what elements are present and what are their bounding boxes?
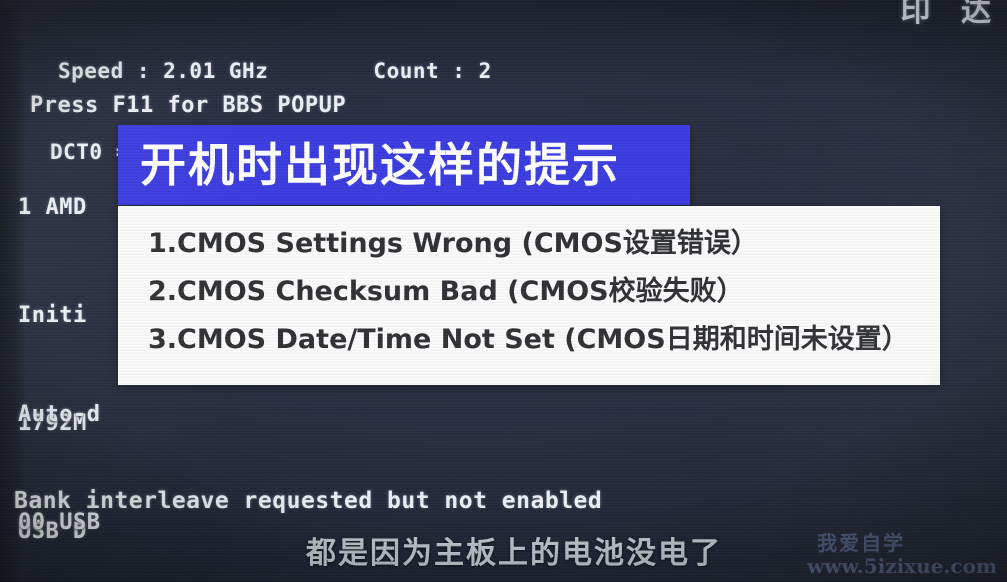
post-line: 1 AMD (18, 195, 87, 220)
watermark-site-name: 我爱自学 (817, 531, 906, 555)
info-card-line-2: 2.CMOS Checksum Bad (CMOS校验失败） (148, 276, 744, 307)
info-card-line-1: 1.CMOS Settings Wrong (CMOS设置错误） (148, 228, 758, 259)
corner-clipped-glyphs: 印 达 (900, 0, 1001, 29)
post-bank-interleave-line: Bank interleave requested but not enable… (14, 488, 603, 514)
post-speed-line: Speed : 2.01 GHz Count : 2 (58, 59, 492, 83)
overlay-title-text: 开机时出现这样的提示 (140, 138, 620, 192)
watermark-site-url: www.5izixue.com (807, 554, 997, 578)
overlay-title-banner: 开机时出现这样的提示 (118, 125, 690, 205)
info-card-line-3: 3.CMOS Date/Time Not Set (CMOS日期和时间未设置） (148, 324, 909, 355)
video-subtitle: 都是因为主板上的电池没电了 (306, 536, 722, 571)
bios-screenshot: Speed : 2.01 GHz Count : 2 DCT0 = (N/A),… (0, 0, 1007, 582)
overlay-info-card: 1.CMOS Settings Wrong (CMOS设置错误） 2.CMOS … (118, 206, 940, 385)
post-bbs-popup-line: Press F11 for BBS POPUP (30, 93, 347, 118)
site-watermark: 我爱自学 www.5izixue.com (807, 532, 997, 578)
